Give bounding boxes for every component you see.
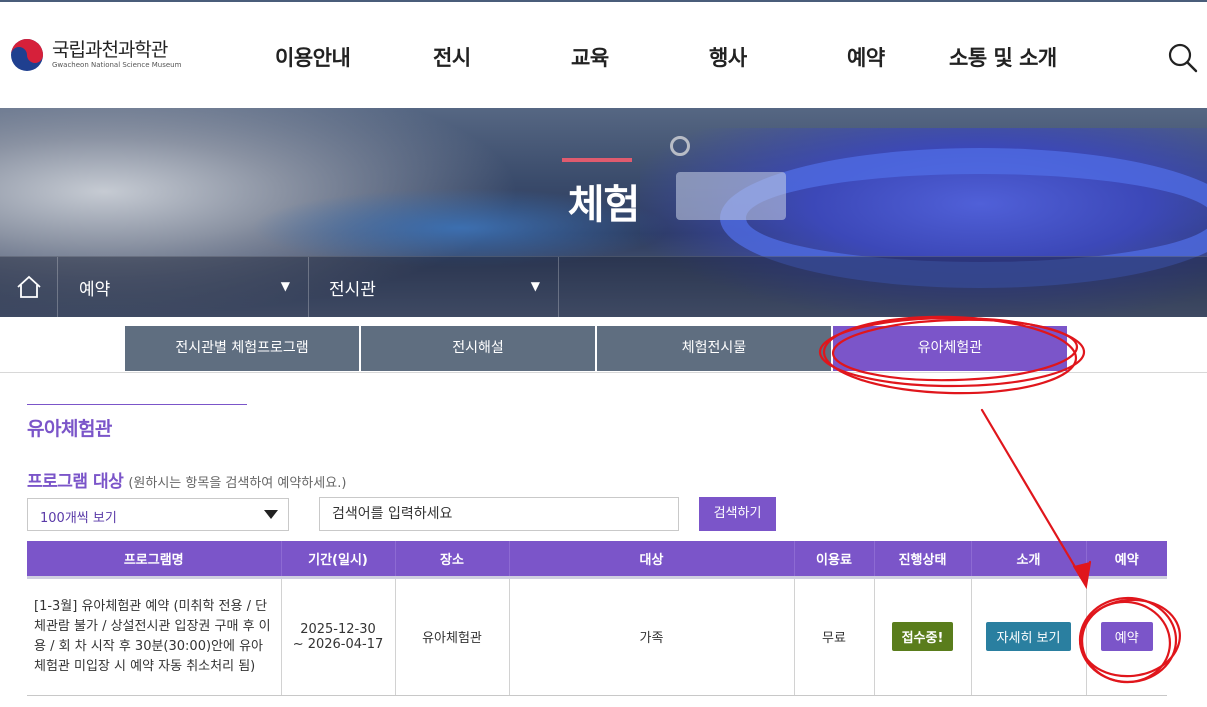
- tab-exhibit-programs[interactable]: 전시관별 체험프로그램: [125, 326, 359, 371]
- location-depth2-label: 전시관: [329, 280, 376, 300]
- status-badge: 접수중!: [891, 622, 954, 651]
- section-title: 유아체험관: [27, 418, 112, 440]
- detail-button[interactable]: 자세히 보기: [985, 622, 1072, 651]
- fee-cell: 무료: [794, 575, 875, 696]
- intro-cell: 자세히 보기: [971, 575, 1087, 696]
- dropdown-arrow-icon: ▼: [530, 279, 540, 293]
- col-header-target: 대상: [509, 541, 795, 577]
- section-title-accent: [27, 404, 247, 405]
- program-name-cell: [1-3월] 유아체험관 예약 (미취학 전용 / 단체관람 불가 / 상설전시…: [27, 575, 282, 696]
- nav-item-guide[interactable]: 이용안내: [275, 42, 351, 72]
- dropdown-arrow-icon: ▼: [280, 279, 290, 293]
- location-bar: 예약 ▼ 전시관 ▼: [0, 256, 1207, 318]
- program-target-label: 프로그램 대상: [27, 472, 124, 492]
- tab-kids-hall[interactable]: 유아체험관: [833, 326, 1067, 371]
- reserve-cell: 예약: [1086, 575, 1167, 696]
- home-icon[interactable]: [0, 257, 58, 318]
- col-header-period: 기간(일시): [281, 541, 396, 577]
- program-target-hint: (원하시는 항목을 검색하여 예약하세요.): [128, 476, 347, 491]
- status-cell: 접수중!: [874, 575, 972, 696]
- search-icon[interactable]: [1167, 42, 1199, 74]
- col-header-place: 장소: [395, 541, 510, 577]
- sub-tabs: 전시관별 체험프로그램 전시해설 체험전시물 유아체험관: [0, 326, 1207, 371]
- target-cell: 가족: [509, 575, 795, 696]
- tabs-divider: [0, 372, 1207, 373]
- period-cell: 2025-12-30 ~ 2026-04-17: [281, 575, 396, 696]
- nav-item-events[interactable]: 행사: [709, 42, 747, 72]
- col-header-intro: 소개: [971, 541, 1087, 577]
- banner-title-accent: [562, 158, 632, 162]
- program-table: 프로그램명 기간(일시) 장소 대상 이용료 진행상태 소개 예약 [1-3월]…: [27, 541, 1167, 696]
- nav-item-about[interactable]: 소통 및 소개: [949, 42, 1057, 72]
- main-navigation: 이용안내 전시 교육 행사 예약 소통 및 소개: [0, 42, 1207, 72]
- page-size-select[interactable]: 100개씩 보기: [27, 498, 289, 531]
- location-select-depth2[interactable]: 전시관 ▼: [309, 257, 559, 318]
- search-button[interactable]: 검색하기: [699, 497, 776, 531]
- program-target-heading: 프로그램 대상 (원하시는 항목을 검색하여 예약하세요.): [27, 467, 346, 492]
- page-title: 체험: [567, 182, 641, 228]
- nav-item-education[interactable]: 교육: [571, 42, 609, 72]
- site-header: 국립과천과학관 Gwacheon National Science Museum…: [0, 2, 1207, 108]
- tab-exhibit-commentary[interactable]: 전시해설: [361, 326, 595, 371]
- nav-item-exhibition[interactable]: 전시: [433, 42, 471, 72]
- table-header-row: 프로그램명 기간(일시) 장소 대상 이용료 진행상태 소개 예약: [27, 541, 1167, 577]
- period-end: ~ 2026-04-17: [292, 636, 384, 652]
- page-size-value: 100개씩 보기: [40, 511, 117, 526]
- dropdown-triangle-icon: [264, 510, 278, 519]
- col-header-program: 프로그램명: [27, 541, 282, 577]
- location-depth1-label: 예약: [79, 280, 111, 300]
- place-cell: 유아체험관: [395, 575, 510, 696]
- table-row: [1-3월] 유아체험관 예약 (미취학 전용 / 단체관람 불가 / 상설전시…: [27, 575, 1167, 696]
- nav-item-reservation[interactable]: 예약: [847, 42, 885, 72]
- tab-hands-on-exhibits[interactable]: 체험전시물: [597, 326, 831, 371]
- col-header-fee: 이용료: [794, 541, 875, 577]
- col-header-status: 진행상태: [874, 541, 972, 577]
- col-header-reserve: 예약: [1086, 541, 1167, 577]
- banner-dot-shape: [670, 136, 690, 156]
- location-select-depth1[interactable]: 예약 ▼: [59, 257, 309, 318]
- reserve-button[interactable]: 예약: [1100, 622, 1153, 651]
- period-start: 2025-12-30: [300, 621, 376, 637]
- search-input[interactable]: [319, 497, 679, 531]
